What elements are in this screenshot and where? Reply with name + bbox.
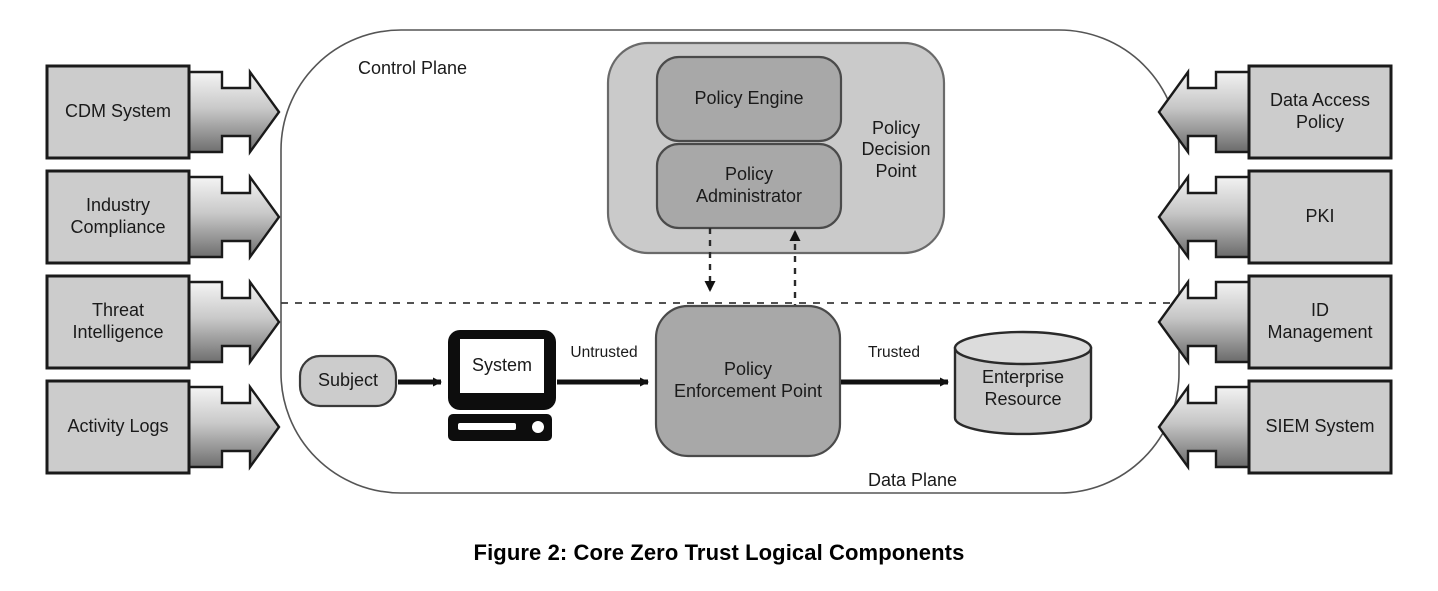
right-input-1[interactable] <box>1157 64 1393 160</box>
right-input-box-4[interactable] <box>1247 379 1393 475</box>
left-input-2[interactable] <box>45 169 281 265</box>
right-input-2[interactable] <box>1157 169 1393 265</box>
drive-slot-icon <box>458 423 516 430</box>
right-arrow-icon <box>183 383 281 471</box>
right-input-4[interactable] <box>1157 379 1393 475</box>
cylinder-top-icon <box>953 330 1093 366</box>
left-input-4[interactable] <box>45 379 281 475</box>
left-input-box-3[interactable] <box>45 274 191 370</box>
left-input-3[interactable] <box>45 274 281 370</box>
left-input-box-2[interactable] <box>45 169 191 265</box>
right-input-box-1[interactable] <box>1247 64 1393 160</box>
left-input-box-1[interactable] <box>45 64 191 160</box>
right-input-3[interactable] <box>1157 274 1393 370</box>
subject-node[interactable] <box>298 354 398 408</box>
power-button-icon <box>532 421 544 433</box>
monitor-screen-icon <box>460 339 544 393</box>
left-input-box-4[interactable] <box>45 379 191 475</box>
right-arrow-icon <box>183 68 281 156</box>
policy-engine-box[interactable] <box>655 55 843 143</box>
right-input-box-3[interactable] <box>1247 274 1393 370</box>
system-computer-icon[interactable] <box>448 330 556 441</box>
enterprise-resource-cylinder[interactable] <box>953 330 1093 436</box>
right-input-box-2[interactable] <box>1247 169 1393 265</box>
policy-administrator-box[interactable] <box>655 142 843 230</box>
figure-caption: Figure 2: Core Zero Trust Logical Compon… <box>473 540 965 565</box>
zero-trust-diagram <box>45 29 1393 494</box>
right-arrow-icon <box>183 173 281 261</box>
right-arrow-icon <box>183 278 281 366</box>
figure-canvas: Control Plane Data Plane CDM System Indu… <box>0 0 1438 591</box>
policy-enforcement-point-box[interactable] <box>654 304 842 458</box>
left-input-1[interactable] <box>45 64 281 160</box>
